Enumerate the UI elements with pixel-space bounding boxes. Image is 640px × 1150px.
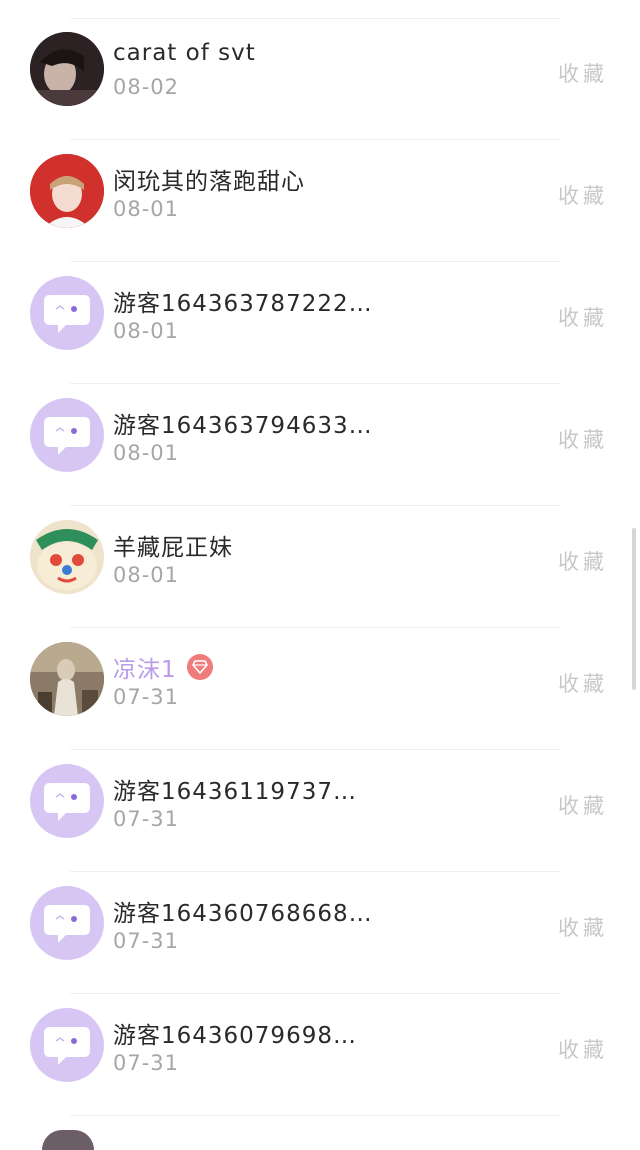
default-avatar[interactable] — [30, 276, 104, 350]
user-name: 游客164360768668… — [113, 901, 373, 927]
user-name: carat of svt — [113, 40, 256, 66]
list-item[interactable]: 羊藏屁正妹 08-01 收藏 — [0, 506, 640, 628]
favorites-list: carat of svt 08-02 收藏 闵玧其的落跑甜心 08-01 收藏 … — [0, 0, 640, 1150]
user-name-text: 凉沫1 — [113, 657, 177, 683]
favorite-button[interactable]: 收藏 — [558, 546, 608, 576]
favorite-button[interactable]: 收藏 — [558, 424, 608, 454]
default-avatar[interactable] — [30, 886, 104, 960]
favorite-button[interactable]: 收藏 — [558, 790, 608, 820]
item-date: 08-01 — [113, 197, 180, 221]
list-item[interactable]: 游客164363794633… 08-01 收藏 — [0, 384, 640, 506]
item-date: 08-01 — [113, 441, 180, 465]
user-name: 游客16436119737… — [113, 779, 357, 805]
chat-bubble-icon — [44, 417, 90, 455]
default-avatar[interactable] — [30, 764, 104, 838]
diamond-icon — [186, 654, 213, 680]
user-name: 游客164363787222… — [113, 291, 373, 317]
item-date: 07-31 — [113, 1051, 180, 1075]
user-name: 凉沫1 — [113, 650, 213, 684]
divider — [70, 1115, 560, 1116]
chat-bubble-icon — [44, 1027, 90, 1065]
list-item[interactable]: 游客16436079698… 07-31 收藏 — [0, 994, 640, 1116]
list-item[interactable]: 凉沫1 07-31 收藏 — [0, 628, 640, 750]
item-date: 07-31 — [113, 807, 180, 831]
item-date: 07-31 — [113, 929, 180, 953]
list-item[interactable]: carat of svt 08-02 收藏 — [0, 18, 640, 140]
chat-bubble-icon — [44, 905, 90, 943]
chat-bubble-icon — [44, 295, 90, 333]
default-avatar[interactable] — [30, 398, 104, 472]
avatar[interactable] — [30, 642, 104, 716]
favorite-button[interactable]: 收藏 — [558, 1034, 608, 1064]
list-item[interactable]: 游客164363787222… 08-01 收藏 — [0, 262, 640, 384]
user-name: 闵玧其的落跑甜心 — [113, 169, 305, 195]
item-date: 08-01 — [113, 319, 180, 343]
item-date: 07-31 — [113, 685, 180, 709]
list-item[interactable]: 游客16436119737… 07-31 收藏 — [0, 750, 640, 872]
avatar[interactable] — [42, 1130, 94, 1150]
user-name: 游客16436079698… — [113, 1023, 357, 1049]
list-item[interactable]: 闵玧其的落跑甜心 08-01 收藏 — [0, 140, 640, 262]
default-avatar[interactable] — [30, 1008, 104, 1082]
favorite-button[interactable]: 收藏 — [558, 668, 608, 698]
chat-bubble-icon — [44, 783, 90, 821]
favorite-button[interactable]: 收藏 — [558, 180, 608, 210]
item-date: 08-01 — [113, 563, 180, 587]
avatar[interactable] — [30, 32, 104, 106]
favorite-button[interactable]: 收藏 — [558, 302, 608, 332]
scrollbar[interactable] — [632, 528, 636, 690]
list-item[interactable]: 游客164360768668… 07-31 收藏 — [0, 872, 640, 994]
favorite-button[interactable]: 收藏 — [558, 58, 608, 88]
avatar[interactable] — [30, 520, 104, 594]
user-name: 游客164363794633… — [113, 413, 373, 439]
item-date: 08-02 — [113, 75, 180, 99]
avatar[interactable] — [30, 154, 104, 228]
favorite-button[interactable]: 收藏 — [558, 912, 608, 942]
user-name: 羊藏屁正妹 — [113, 535, 233, 561]
